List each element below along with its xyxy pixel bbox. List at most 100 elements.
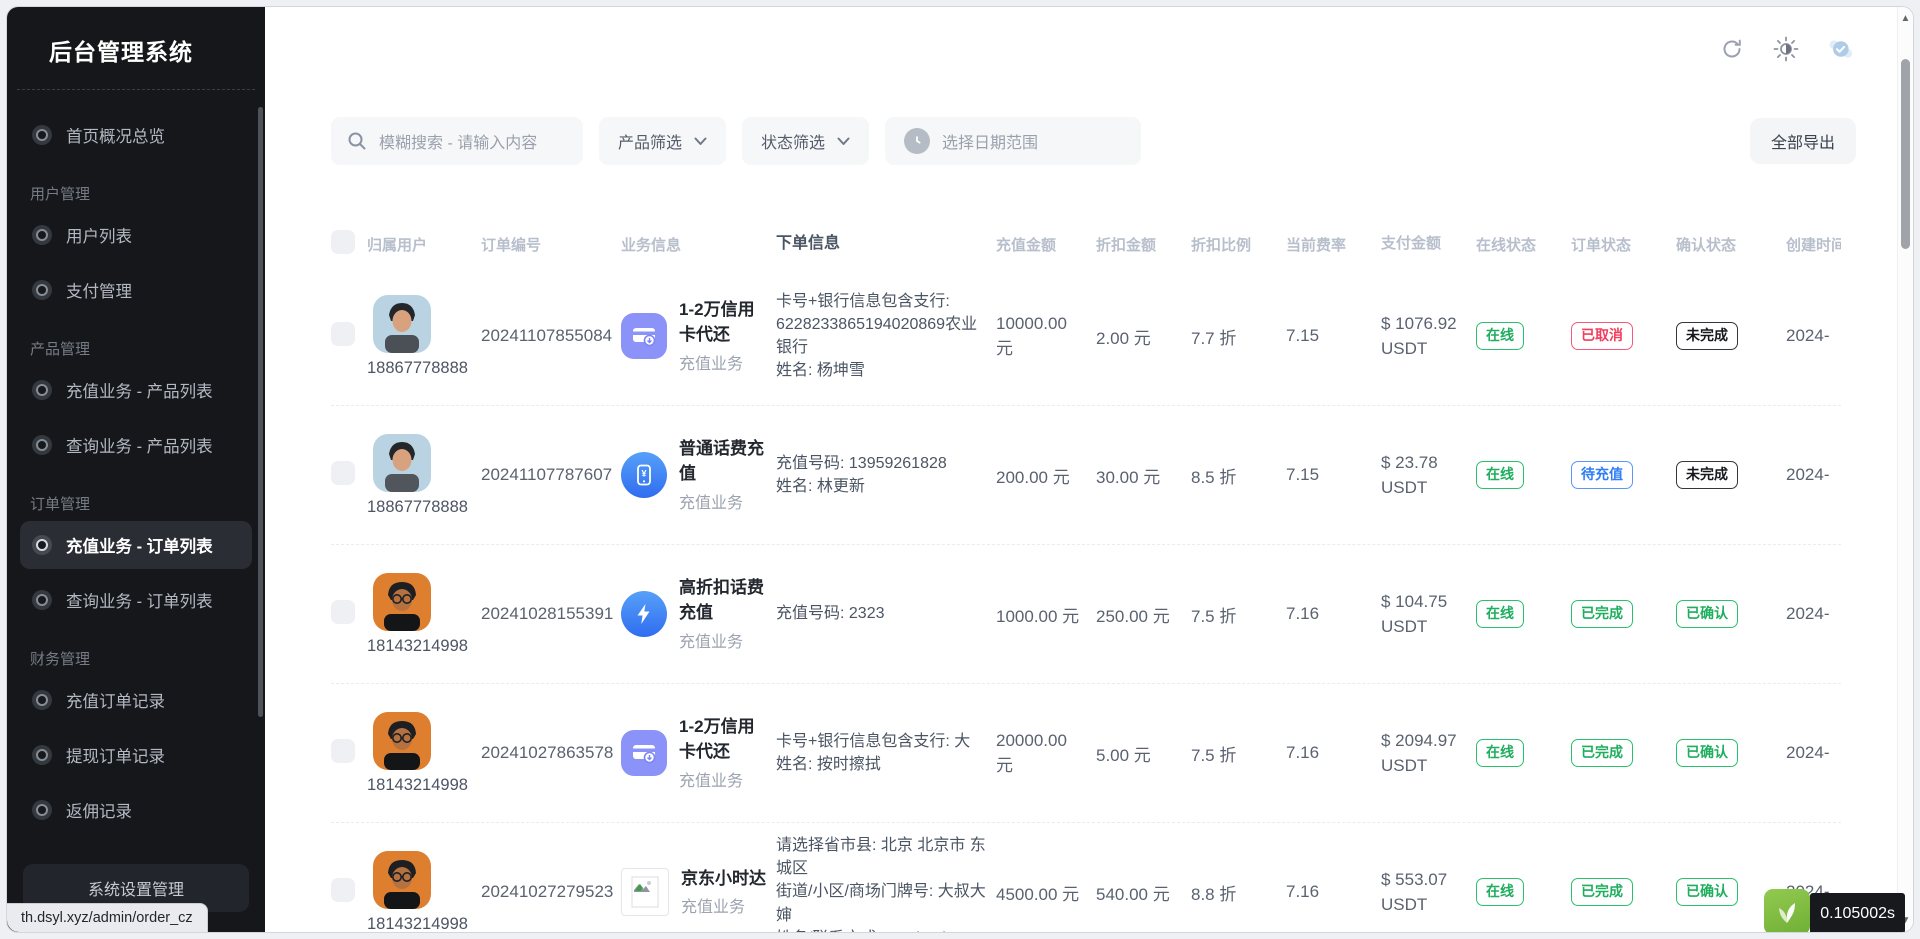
status-filter-label: 状态筛选 bbox=[761, 129, 825, 153]
user-avatar bbox=[373, 295, 431, 353]
sidebar-group-users: 用户管理 bbox=[30, 183, 242, 204]
topbar bbox=[265, 7, 1913, 91]
user-avatar bbox=[373, 573, 431, 631]
sidebar: 后台管理系统 首页概况总览 用户管理 用户列表 支付管理 产品管理 充值业务 -… bbox=[7, 7, 265, 932]
sidebar-group-products: 产品管理 bbox=[30, 338, 242, 359]
row-checkbox[interactable] bbox=[331, 739, 355, 763]
sidebar-item-label: 支付管理 bbox=[66, 278, 132, 302]
col-order-status: 订单状态 bbox=[1571, 234, 1676, 255]
sidebar-item-label: 查询业务 - 产品列表 bbox=[66, 433, 213, 457]
perf-plugin-icon[interactable] bbox=[1764, 889, 1810, 932]
product-name: 1-2万信用卡代还 bbox=[679, 715, 766, 764]
col-created: 创建时间 bbox=[1786, 234, 1841, 255]
radio-icon bbox=[32, 690, 52, 710]
phone-recharge-icon: ¥ bbox=[621, 452, 667, 498]
col-rate: 当前费率 bbox=[1286, 234, 1381, 255]
sidebar-item-label: 充值订单记录 bbox=[66, 688, 165, 712]
recharge-amount: 1000.00 元 bbox=[996, 602, 1096, 627]
table-row: 18143214998 20241027863578 1-2万信用卡代还 充值业… bbox=[331, 683, 1841, 822]
search-placeholder: 模糊搜索 - 请输入内容 bbox=[379, 129, 537, 153]
col-recharge: 充值金额 bbox=[996, 234, 1096, 255]
radio-icon bbox=[32, 435, 52, 455]
sidebar-group-finance: 财务管理 bbox=[30, 648, 242, 669]
order-status-badge: 已完成 bbox=[1571, 878, 1633, 906]
sidebar-nav: 首页概况总览 用户管理 用户列表 支付管理 产品管理 充值业务 - 产品列表 查… bbox=[7, 90, 265, 852]
confirm-status-badge: 已确认 bbox=[1676, 739, 1738, 767]
created-time: 2024- bbox=[1786, 326, 1841, 346]
recharge-amount: 10000.00 元 bbox=[996, 314, 1096, 359]
chevron-down-icon bbox=[694, 137, 707, 146]
sidebar-item-recharge-product-list[interactable]: 充值业务 - 产品列表 bbox=[20, 366, 252, 414]
scrollbar-thumb[interactable] bbox=[1901, 59, 1910, 249]
sidebar-item-recharge-order-records[interactable]: 充值订单记录 bbox=[20, 676, 252, 724]
radio-icon bbox=[32, 535, 52, 555]
user-avatar-icon[interactable] bbox=[1827, 36, 1853, 62]
sidebar-item-label: 提现订单记录 bbox=[66, 743, 165, 767]
statusbar-url: th.dsyl.xyz/admin/order_cz bbox=[7, 903, 208, 932]
perf-timer-overlay: 0.105002s bbox=[1764, 889, 1905, 932]
refresh-icon[interactable] bbox=[1719, 36, 1745, 62]
row-checkbox[interactable] bbox=[331, 461, 355, 485]
pay-amount: $ 104.75USDT bbox=[1381, 589, 1476, 640]
perf-time-label: 0.105002s bbox=[1810, 893, 1905, 932]
discount-amount: 540.00 元 bbox=[1096, 880, 1191, 905]
current-rate: 7.16 bbox=[1286, 743, 1381, 763]
select-all-checkbox[interactable] bbox=[331, 230, 355, 254]
pay-amount: $ 23.78USDT bbox=[1381, 450, 1476, 501]
confirm-status-badge: 已确认 bbox=[1676, 600, 1738, 628]
product-filter-dropdown[interactable]: 产品筛选 bbox=[599, 117, 726, 165]
user-phone: 18143214998 bbox=[367, 776, 468, 795]
sidebar-item-home-overview[interactable]: 首页概况总览 bbox=[20, 111, 252, 159]
search-icon bbox=[347, 131, 367, 151]
scroll-up-icon[interactable]: ▲ bbox=[1898, 13, 1913, 24]
row-checkbox[interactable] bbox=[331, 322, 355, 346]
sidebar-item-payment-mgmt[interactable]: 支付管理 bbox=[20, 266, 252, 314]
search-input[interactable]: 模糊搜索 - 请输入内容 bbox=[331, 117, 583, 165]
online-status-badge: 在线 bbox=[1476, 461, 1524, 489]
window-scrollbar[interactable]: ▲ ▼ bbox=[1897, 7, 1913, 932]
col-user: 归属用户 bbox=[367, 234, 481, 255]
product-name: 1-2万信用卡代还 bbox=[679, 298, 766, 347]
sidebar-item-label: 用户列表 bbox=[66, 223, 132, 247]
user-phone: 18867778888 bbox=[367, 359, 468, 378]
discount-ratio: 7.5 折 bbox=[1191, 741, 1286, 766]
sidebar-item-query-order-list[interactable]: 查询业务 - 订单列表 bbox=[20, 576, 252, 624]
business-type: 充值业务 bbox=[679, 628, 766, 652]
sidebar-item-label: 返佣记录 bbox=[66, 798, 132, 822]
radio-icon bbox=[32, 380, 52, 400]
sidebar-scrollbar[interactable] bbox=[258, 107, 263, 717]
order-info: 卡号+银行信息包含支行:6228233865194020869农业银行姓名: 杨… bbox=[776, 290, 996, 383]
pay-amount: $ 553.07USDT bbox=[1381, 867, 1476, 918]
order-info: 充值号码: 2323 bbox=[776, 602, 996, 625]
sidebar-item-query-product-list[interactable]: 查询业务 - 产品列表 bbox=[20, 421, 252, 469]
sidebar-group-orders: 订单管理 bbox=[30, 493, 242, 514]
col-online: 在线状态 bbox=[1476, 234, 1571, 255]
status-filter-dropdown[interactable]: 状态筛选 bbox=[742, 117, 869, 165]
export-all-button[interactable]: 全部导出 bbox=[1750, 118, 1856, 164]
order-number: 20241107787607 bbox=[481, 465, 621, 485]
svg-text:¥: ¥ bbox=[641, 469, 646, 479]
online-status-badge: 在线 bbox=[1476, 600, 1524, 628]
orders-table: 归属用户 订单编号 业务信息 下单信息 充值金额 折扣金额 折扣比例 当前费率 … bbox=[331, 199, 1841, 932]
sidebar-item-recharge-order-list[interactable]: 充值业务 - 订单列表 bbox=[20, 521, 252, 569]
sidebar-item-user-list[interactable]: 用户列表 bbox=[20, 211, 252, 259]
order-info: 请选择省市县: 北京 北京市 东城区街道/小区/商场门牌号: 大叔大婶姓名/联系… bbox=[776, 834, 996, 932]
table-header: 归属用户 订单编号 业务信息 下单信息 充值金额 折扣金额 折扣比例 当前费率 … bbox=[331, 221, 1841, 267]
user-phone: 18143214998 bbox=[367, 915, 468, 933]
row-checkbox[interactable] bbox=[331, 878, 355, 902]
order-status-badge: 已取消 bbox=[1571, 322, 1633, 350]
sidebar-item-rebate-records[interactable]: 返佣记录 bbox=[20, 786, 252, 834]
filter-bar: 模糊搜索 - 请输入内容 产品筛选 状态筛选 bbox=[331, 117, 1856, 165]
date-range-picker[interactable]: 选择日期范围 bbox=[885, 117, 1141, 165]
discount-ratio: 7.7 折 bbox=[1191, 324, 1286, 349]
recharge-amount: 200.00 元 bbox=[996, 463, 1096, 488]
discount-amount: 250.00 元 bbox=[1096, 602, 1191, 627]
user-phone: 18143214998 bbox=[367, 637, 468, 656]
discount-amount: 30.00 元 bbox=[1096, 463, 1191, 488]
created-time: 2024- bbox=[1786, 465, 1841, 485]
sidebar-item-withdraw-order-records[interactable]: 提现订单记录 bbox=[20, 731, 252, 779]
theme-brightness-icon[interactable] bbox=[1773, 36, 1799, 62]
row-checkbox[interactable] bbox=[331, 600, 355, 624]
current-rate: 7.15 bbox=[1286, 465, 1381, 485]
credit-card-icon bbox=[621, 313, 667, 359]
